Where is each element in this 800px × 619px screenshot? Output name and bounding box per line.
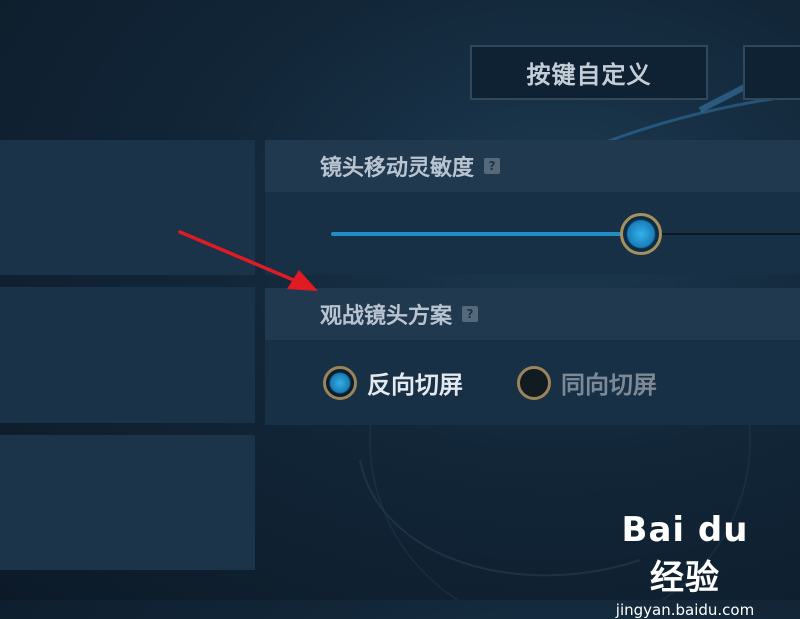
camera-sensitivity-section: 镜头移动灵敏度 ?: [265, 140, 800, 275]
spectator-camera-title: 观战镜头方案: [320, 304, 453, 329]
slider-track-empty: [640, 233, 800, 235]
slider-thumb[interactable]: [619, 213, 662, 255]
radio-same-switch[interactable]: 同向切屏: [517, 365, 657, 400]
radio-same-switch-label: 同向切屏: [561, 371, 657, 399]
left-panel-3[interactable]: [0, 435, 255, 570]
spectator-camera-options: 反向切屏 同向切屏: [265, 340, 800, 425]
spectator-camera-header: 观战镜头方案 ?: [265, 288, 800, 340]
key-customization-button[interactable]: 按键自定义: [470, 45, 708, 100]
spectator-camera-section: 观战镜头方案 ? 反向切屏 同向切屏: [265, 288, 800, 425]
watermark-url: jingyan.baidu.com: [615, 601, 755, 619]
camera-sensitivity-title: 镜头移动灵敏度: [320, 156, 475, 181]
top-tab-button-partial[interactable]: [743, 45, 800, 100]
help-icon[interactable]: ?: [462, 306, 479, 322]
radio-reverse-switch[interactable]: 反向切屏: [323, 365, 463, 400]
radio-reverse-switch-label: 反向切屏: [367, 371, 463, 399]
slider-track-filled: [331, 232, 641, 236]
baidu-jingyan-watermark: Bai du 经验 jingyan.baidu.com: [615, 510, 755, 619]
left-panel-1[interactable]: [0, 140, 255, 275]
radio-unselected-indicator[interactable]: [517, 365, 551, 400]
camera-sensitivity-slider[interactable]: [265, 192, 800, 275]
watermark-logo: Bai du 经验: [621, 510, 749, 598]
camera-sensitivity-header: 镜头移动灵敏度 ?: [265, 140, 800, 192]
help-icon[interactable]: ?: [484, 158, 501, 174]
key-customization-label: 按键自定义: [526, 61, 652, 89]
radio-selected-indicator[interactable]: [323, 365, 357, 400]
left-panel-2[interactable]: [0, 287, 255, 423]
